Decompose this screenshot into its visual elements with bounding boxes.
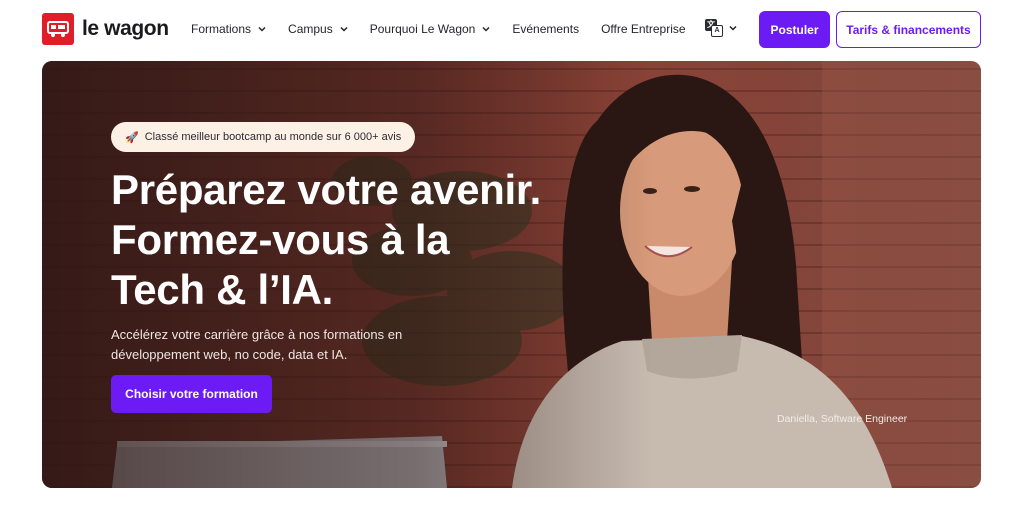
rocket-icon: 🚀 bbox=[125, 131, 139, 144]
badge-text: Classé meilleur bootcamp au monde sur 6 … bbox=[144, 131, 402, 143]
nav-item-pourquoi[interactable]: Pourquoi Le Wagon bbox=[370, 22, 491, 36]
choose-course-button[interactable]: Choisir votre formation bbox=[111, 375, 272, 413]
nav-item-label: Campus bbox=[288, 22, 333, 36]
nav-item-label: Offre Entreprise bbox=[601, 22, 686, 36]
language-selector[interactable]: 文 A bbox=[705, 19, 737, 37]
nav-item-evenements[interactable]: Evénements bbox=[512, 22, 579, 36]
main-nav: Formations Campus Pourquoi Le Wagon Evén… bbox=[191, 22, 686, 36]
nav-item-label: Evénements bbox=[512, 22, 580, 36]
apply-button[interactable]: Postuler bbox=[759, 11, 830, 48]
headline-line: Tech & l’IA. bbox=[111, 266, 333, 313]
ranking-badge: 🚀 Classé meilleur bootcamp au monde sur … bbox=[111, 122, 416, 152]
nav-item-formations[interactable]: Formations bbox=[191, 22, 266, 36]
brand-name: le wagon bbox=[82, 17, 169, 40]
subtitle-line: Accélérez votre carrière grâce à nos for… bbox=[111, 327, 403, 342]
headline-line: Formez-vous à la bbox=[111, 216, 450, 263]
pricing-button[interactable]: Tarifs & financements bbox=[836, 11, 981, 48]
nav-item-label: Formations bbox=[191, 22, 252, 36]
chevron-down-icon bbox=[258, 26, 266, 32]
hero-headline: Préparez votre avenir. Formez-vous à la … bbox=[111, 165, 611, 315]
chevron-down-icon bbox=[729, 25, 737, 31]
site-header: le wagon Formations Campus Pourquoi Le W… bbox=[0, 0, 1024, 60]
translate-icon: 文 A bbox=[705, 19, 723, 37]
brand-logo[interactable]: le wagon bbox=[42, 13, 169, 45]
hero-subtitle: Accélérez votre carrière grâce à nos for… bbox=[111, 325, 451, 365]
nav-item-label: Pourquoi Le Wagon bbox=[369, 22, 476, 36]
wagon-logo-icon bbox=[42, 13, 74, 45]
photo-caption: Daniella, Software Engineer bbox=[777, 413, 908, 425]
headline-line: Préparez votre avenir. bbox=[111, 166, 541, 213]
subtitle-line: développement web, no code, data et IA. bbox=[111, 347, 348, 362]
chevron-down-icon bbox=[482, 26, 490, 32]
nav-item-offre-entreprise[interactable]: Offre Entreprise bbox=[601, 22, 685, 36]
hero-banner: 🚀 Classé meilleur bootcamp au monde sur … bbox=[42, 61, 981, 488]
chevron-down-icon bbox=[340, 26, 348, 32]
nav-item-campus[interactable]: Campus bbox=[288, 22, 348, 36]
